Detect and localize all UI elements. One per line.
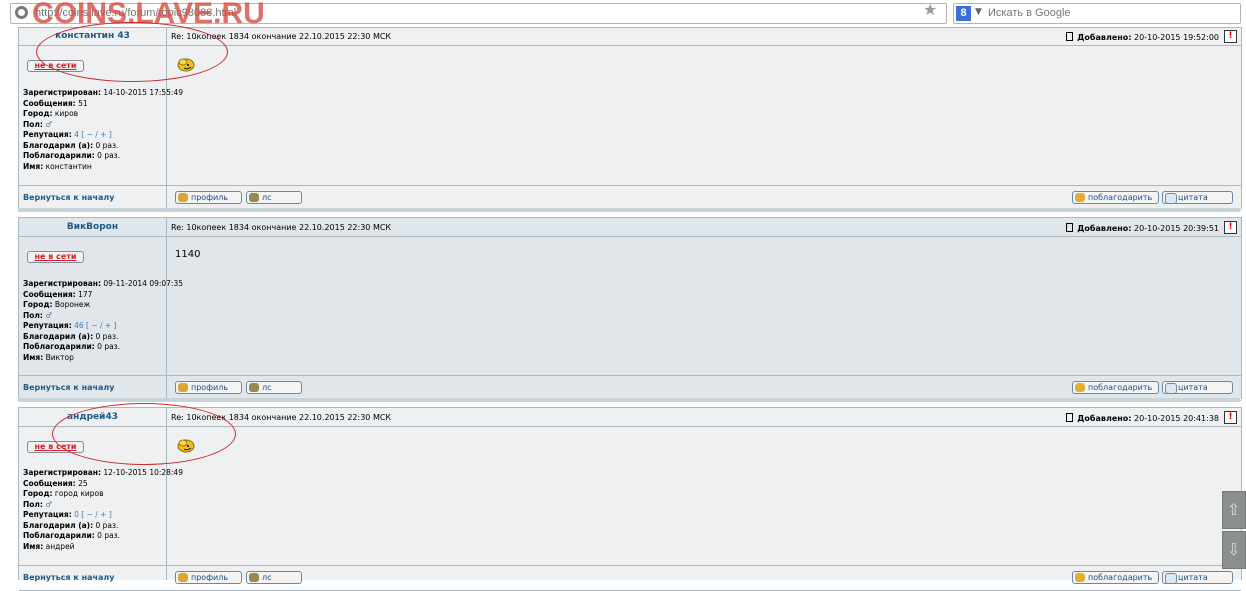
thanked-count: 0 раз. [95,140,119,150]
was-thanked-count: 0 раз. [97,342,121,351]
scroll-up-button[interactable]: ⇧ [1222,491,1246,529]
gender-male-icon: ♂ [45,310,53,320]
post-date: Добавлено: 20-10-2015 20:39:51 [1066,223,1219,233]
registered-date: 14-10-2015 17:55:49 [103,88,183,97]
quote-icon [1165,383,1177,394]
report-button[interactable]: ! [1224,221,1237,234]
was-thanked-count: 0 раз. [97,151,121,160]
post-subject: Re: 10копеек 1834 окончание 22.10.2015 2… [171,223,392,232]
registered-date: 09-11-2014 09:07:35 [103,279,183,288]
search-engine-dropdown-icon[interactable]: ▼ [975,7,982,17]
author-real-name: константин [45,161,92,171]
pm-button[interactable]: лс [246,191,302,204]
post-body: 1140 [175,249,201,260]
author-profile-info: Зарегистрирован: 14-10-2015 17:55:49 Соо… [23,88,183,171]
thanked-count: 0 раз. [95,520,119,530]
thank-button[interactable]: поблагодарить [1072,191,1159,204]
pm-button[interactable]: лс [246,571,302,584]
message-count: 177 [78,289,93,299]
report-button[interactable]: ! [1224,411,1237,424]
reputation-value[interactable]: 46 [74,321,84,330]
author-city: Воронеж [54,300,91,309]
pm-icon [249,573,259,582]
gender-male-icon: ♂ [45,119,53,129]
thank-button[interactable]: поблагодарить [1072,381,1159,394]
profile-icon [178,573,188,582]
quote-button[interactable]: цитата [1162,571,1233,584]
thumbs-up-icon [1075,573,1085,582]
search-box[interactable]: 8 ▼ Искать в Google [953,3,1241,24]
back-to-top-link[interactable]: Вернуться к началу [23,193,114,202]
registered-date: 12-10-2015 10:28:49 [103,468,183,477]
post-page-icon [1066,413,1074,422]
reputation-value[interactable]: 0 [74,510,79,519]
profile-icon [178,193,188,202]
pm-icon [249,193,259,202]
message-count: 51 [78,98,88,108]
arrow-up-icon: ⇧ [1227,500,1241,519]
post-header: ВикВорон Re: 10копеек 1834 окончание 22.… [19,218,1241,237]
author-profile-info: Зарегистрирован: 09-11-2014 09:07:35 Соо… [23,279,183,362]
post-separator [18,208,1240,212]
reputation-controls[interactable]: [ − / + ] [81,130,111,139]
author-city: город киров [54,489,104,498]
author-real-name: Виктор [45,352,74,362]
message-count: 25 [78,478,88,488]
author-name[interactable]: ВикВорон [19,222,166,232]
annotation-ellipse [36,22,228,82]
profile-button[interactable]: профиль [175,571,242,584]
post-page-icon [1066,223,1074,232]
author-city: киров [54,109,79,118]
gender-male-icon: ♂ [45,499,53,509]
author-real-name: андрей [45,541,75,551]
thumbs-up-icon [1075,193,1085,202]
profile-button[interactable]: профиль [175,381,242,394]
author-profile-info: Зарегистрирован: 12-10-2015 10:28:49 Соо… [23,468,183,551]
thank-button[interactable]: поблагодарить [1072,571,1159,584]
offline-status-badge: не в сети [27,251,84,263]
post-date: Добавлено: 20-10-2015 19:52:00 [1066,32,1219,42]
site-globe-icon [15,6,28,19]
quote-button[interactable]: цитата [1162,191,1233,204]
reputation-controls[interactable]: [ − / + ] [86,321,116,330]
reputation-controls[interactable]: [ − / + ] [81,510,111,519]
forum-post: ВикВорон Re: 10копеек 1834 окончание 22.… [18,217,1242,401]
thanked-count: 0 раз. [95,331,119,341]
back-to-top-link[interactable]: Вернуться к началу [23,383,114,392]
quote-icon [1165,193,1177,204]
reputation-value[interactable]: 4 [74,130,79,139]
quote-button[interactable]: цитата [1162,381,1233,394]
was-thanked-count: 0 раз. [97,531,121,540]
pm-icon [249,383,259,392]
scroll-down-button[interactable]: ⇩ [1222,531,1246,569]
profile-icon [178,383,188,392]
arrow-down-icon: ⇩ [1227,540,1241,559]
profile-button[interactable]: профиль [175,191,242,204]
bookmark-star-icon[interactable]: ★ [923,0,937,19]
post-page-icon [1066,32,1074,41]
search-placeholder[interactable]: Искать в Google [988,7,1071,19]
post-separator [18,398,1240,402]
annotation-ellipse [52,403,236,465]
report-button[interactable]: ! [1224,30,1237,43]
pm-button[interactable]: лс [246,381,302,394]
post-date: Добавлено: 20-10-2015 20:41:38 [1066,413,1219,423]
post-footer: Вернуться к началу профиль лс поблагодар… [19,565,1241,591]
search-engine-icon[interactable]: 8 [956,6,971,21]
back-to-top-link[interactable]: Вернуться к началу [23,573,114,582]
thumbs-up-icon [1075,383,1085,392]
